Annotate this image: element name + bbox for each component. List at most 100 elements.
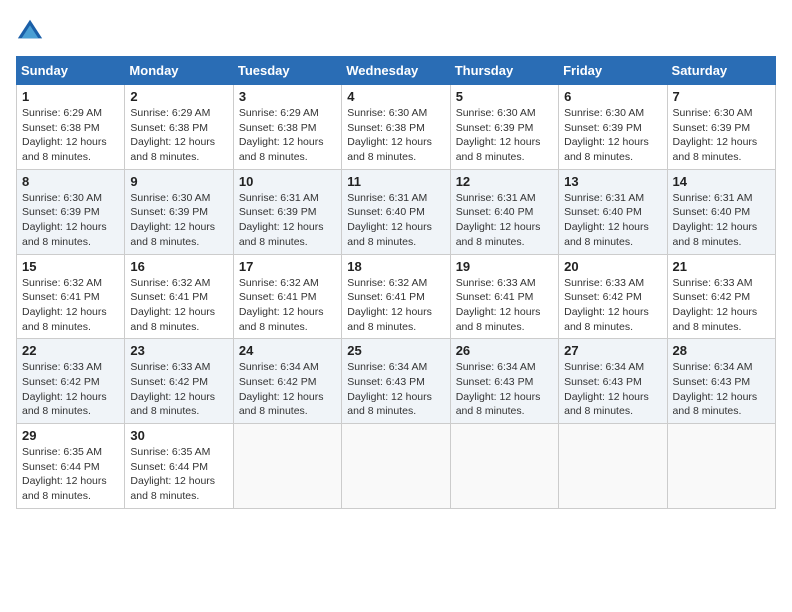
day-number: 16 bbox=[130, 259, 227, 274]
calendar-cell: 30 Sunrise: 6:35 AMSunset: 6:44 PMDayligh… bbox=[125, 424, 233, 509]
day-detail: Sunrise: 6:30 AMSunset: 6:39 PMDaylight:… bbox=[673, 106, 770, 165]
calendar-cell: 1 Sunrise: 6:29 AMSunset: 6:38 PMDaylight… bbox=[17, 85, 125, 170]
calendar-week-row: 8 Sunrise: 6:30 AMSunset: 6:39 PMDaylight… bbox=[17, 169, 776, 254]
calendar-cell: 22 Sunrise: 6:33 AMSunset: 6:42 PMDayligh… bbox=[17, 339, 125, 424]
day-detail: Sunrise: 6:34 AMSunset: 6:43 PMDaylight:… bbox=[456, 360, 553, 419]
day-number: 12 bbox=[456, 174, 553, 189]
day-detail: Sunrise: 6:31 AMSunset: 6:40 PMDaylight:… bbox=[673, 191, 770, 250]
calendar-cell: 5 Sunrise: 6:30 AMSunset: 6:39 PMDaylight… bbox=[450, 85, 558, 170]
day-number: 3 bbox=[239, 89, 336, 104]
day-number: 27 bbox=[564, 343, 661, 358]
calendar-week-row: 15 Sunrise: 6:32 AMSunset: 6:41 PMDayligh… bbox=[17, 254, 776, 339]
day-number: 7 bbox=[673, 89, 770, 104]
day-number: 29 bbox=[22, 428, 119, 443]
day-detail: Sunrise: 6:33 AMSunset: 6:41 PMDaylight:… bbox=[456, 276, 553, 335]
day-detail: Sunrise: 6:31 AMSunset: 6:40 PMDaylight:… bbox=[347, 191, 444, 250]
day-detail: Sunrise: 6:33 AMSunset: 6:42 PMDaylight:… bbox=[130, 360, 227, 419]
day-number: 18 bbox=[347, 259, 444, 274]
day-detail: Sunrise: 6:32 AMSunset: 6:41 PMDaylight:… bbox=[239, 276, 336, 335]
calendar-cell: 27Sunrise: 6:34 AMSunset: 6:43 PMDayligh… bbox=[559, 339, 667, 424]
day-detail: Sunrise: 6:31 AMSunset: 6:39 PMDaylight:… bbox=[239, 191, 336, 250]
day-detail: Sunrise: 6:32 AMSunset: 6:41 PMDaylight:… bbox=[347, 276, 444, 335]
calendar-cell bbox=[667, 424, 775, 509]
calendar-cell: 11 Sunrise: 6:31 AMSunset: 6:40 PMDayligh… bbox=[342, 169, 450, 254]
calendar-header-monday: Monday bbox=[125, 57, 233, 85]
day-number: 15 bbox=[22, 259, 119, 274]
calendar-table: SundayMondayTuesdayWednesdayThursdayFrid… bbox=[16, 56, 776, 509]
day-detail: Sunrise: 6:34 AMSunset: 6:43 PMDaylight:… bbox=[347, 360, 444, 419]
day-detail: Sunrise: 6:30 AMSunset: 6:39 PMDaylight:… bbox=[130, 191, 227, 250]
day-detail: Sunrise: 6:30 AMSunset: 6:38 PMDaylight:… bbox=[347, 106, 444, 165]
day-number: 25 bbox=[347, 343, 444, 358]
day-detail: Sunrise: 6:30 AMSunset: 6:39 PMDaylight:… bbox=[456, 106, 553, 165]
day-number: 11 bbox=[347, 174, 444, 189]
page-header bbox=[16, 16, 776, 44]
day-detail: Sunrise: 6:30 AMSunset: 6:39 PMDaylight:… bbox=[564, 106, 661, 165]
calendar-cell: 19Sunrise: 6:33 AMSunset: 6:41 PMDayligh… bbox=[450, 254, 558, 339]
day-detail: Sunrise: 6:33 AMSunset: 6:42 PMDaylight:… bbox=[673, 276, 770, 335]
calendar-header-saturday: Saturday bbox=[667, 57, 775, 85]
day-detail: Sunrise: 6:29 AMSunset: 6:38 PMDaylight:… bbox=[239, 106, 336, 165]
calendar-cell: 15 Sunrise: 6:32 AMSunset: 6:41 PMDayligh… bbox=[17, 254, 125, 339]
day-number: 22 bbox=[22, 343, 119, 358]
day-number: 6 bbox=[564, 89, 661, 104]
day-number: 21 bbox=[673, 259, 770, 274]
day-number: 14 bbox=[673, 174, 770, 189]
day-number: 10 bbox=[239, 174, 336, 189]
day-number: 1 bbox=[22, 89, 119, 104]
day-detail: Sunrise: 6:35 AMSunset: 6:44 PMDaylight:… bbox=[22, 445, 119, 504]
day-detail: Sunrise: 6:34 AMSunset: 6:43 PMDaylight:… bbox=[673, 360, 770, 419]
calendar-cell: 17 Sunrise: 6:32 AMSunset: 6:41 PMDayligh… bbox=[233, 254, 341, 339]
day-detail: Sunrise: 6:32 AMSunset: 6:41 PMDaylight:… bbox=[130, 276, 227, 335]
calendar-cell: 4Sunrise: 6:30 AMSunset: 6:38 PMDaylight… bbox=[342, 85, 450, 170]
day-number: 9 bbox=[130, 174, 227, 189]
logo bbox=[16, 16, 48, 44]
calendar-week-row: 29 Sunrise: 6:35 AMSunset: 6:44 PMDayligh… bbox=[17, 424, 776, 509]
day-detail: Sunrise: 6:33 AMSunset: 6:42 PMDaylight:… bbox=[22, 360, 119, 419]
day-number: 23 bbox=[130, 343, 227, 358]
day-number: 24 bbox=[239, 343, 336, 358]
calendar-cell: 13 Sunrise: 6:31 AMSunset: 6:40 PMDayligh… bbox=[559, 169, 667, 254]
day-number: 2 bbox=[130, 89, 227, 104]
day-detail: Sunrise: 6:29 AMSunset: 6:38 PMDaylight:… bbox=[22, 106, 119, 165]
calendar-cell: 23 Sunrise: 6:33 AMSunset: 6:42 PMDayligh… bbox=[125, 339, 233, 424]
calendar-cell: 25 Sunrise: 6:34 AMSunset: 6:43 PMDayligh… bbox=[342, 339, 450, 424]
calendar-cell: 29 Sunrise: 6:35 AMSunset: 6:44 PMDayligh… bbox=[17, 424, 125, 509]
day-detail: Sunrise: 6:30 AMSunset: 6:39 PMDaylight:… bbox=[22, 191, 119, 250]
calendar-cell: 26Sunrise: 6:34 AMSunset: 6:43 PMDayligh… bbox=[450, 339, 558, 424]
calendar-cell: 7 Sunrise: 6:30 AMSunset: 6:39 PMDaylight… bbox=[667, 85, 775, 170]
calendar-cell: 10 Sunrise: 6:31 AMSunset: 6:39 PMDayligh… bbox=[233, 169, 341, 254]
calendar-week-row: 22 Sunrise: 6:33 AMSunset: 6:42 PMDayligh… bbox=[17, 339, 776, 424]
calendar-cell bbox=[450, 424, 558, 509]
day-detail: Sunrise: 6:33 AMSunset: 6:42 PMDaylight:… bbox=[564, 276, 661, 335]
calendar-cell: 28 Sunrise: 6:34 AMSunset: 6:43 PMDayligh… bbox=[667, 339, 775, 424]
day-number: 5 bbox=[456, 89, 553, 104]
calendar-cell: 12 Sunrise: 6:31 AMSunset: 6:40 PMDayligh… bbox=[450, 169, 558, 254]
day-number: 17 bbox=[239, 259, 336, 274]
day-number: 20 bbox=[564, 259, 661, 274]
day-detail: Sunrise: 6:32 AMSunset: 6:41 PMDaylight:… bbox=[22, 276, 119, 335]
calendar-cell bbox=[342, 424, 450, 509]
day-number: 28 bbox=[673, 343, 770, 358]
day-detail: Sunrise: 6:31 AMSunset: 6:40 PMDaylight:… bbox=[456, 191, 553, 250]
calendar-header-thursday: Thursday bbox=[450, 57, 558, 85]
day-number: 8 bbox=[22, 174, 119, 189]
day-number: 30 bbox=[130, 428, 227, 443]
calendar-cell bbox=[559, 424, 667, 509]
day-detail: Sunrise: 6:35 AMSunset: 6:44 PMDaylight:… bbox=[130, 445, 227, 504]
calendar-week-row: 1 Sunrise: 6:29 AMSunset: 6:38 PMDaylight… bbox=[17, 85, 776, 170]
calendar-header-row: SundayMondayTuesdayWednesdayThursdayFrid… bbox=[17, 57, 776, 85]
day-number: 13 bbox=[564, 174, 661, 189]
calendar-cell: 6 Sunrise: 6:30 AMSunset: 6:39 PMDaylight… bbox=[559, 85, 667, 170]
calendar-header-friday: Friday bbox=[559, 57, 667, 85]
calendar-cell: 3 Sunrise: 6:29 AMSunset: 6:38 PMDaylight… bbox=[233, 85, 341, 170]
calendar-cell: 2Sunrise: 6:29 AMSunset: 6:38 PMDaylight… bbox=[125, 85, 233, 170]
calendar-cell: 8 Sunrise: 6:30 AMSunset: 6:39 PMDaylight… bbox=[17, 169, 125, 254]
calendar-cell: 14 Sunrise: 6:31 AMSunset: 6:40 PMDayligh… bbox=[667, 169, 775, 254]
calendar-cell: 20 Sunrise: 6:33 AMSunset: 6:42 PMDayligh… bbox=[559, 254, 667, 339]
calendar-cell: 21 Sunrise: 6:33 AMSunset: 6:42 PMDayligh… bbox=[667, 254, 775, 339]
calendar-cell: 9 Sunrise: 6:30 AMSunset: 6:39 PMDaylight… bbox=[125, 169, 233, 254]
day-detail: Sunrise: 6:31 AMSunset: 6:40 PMDaylight:… bbox=[564, 191, 661, 250]
calendar-header-sunday: Sunday bbox=[17, 57, 125, 85]
calendar-cell: 16 Sunrise: 6:32 AMSunset: 6:41 PMDayligh… bbox=[125, 254, 233, 339]
